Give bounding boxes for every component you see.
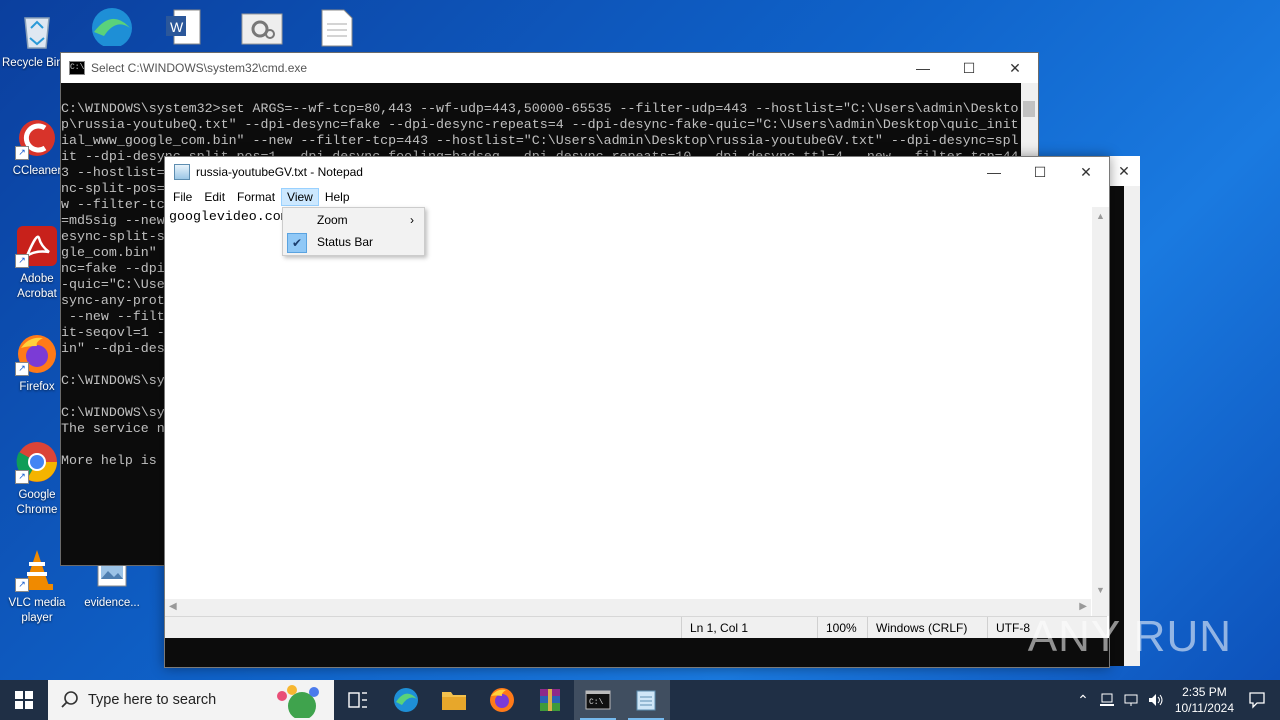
desktop-icon-label: VLC media player [8, 597, 66, 624]
notepad-text-area[interactable]: googlevideo.com [165, 207, 1091, 599]
minimize-button[interactable]: — [900, 53, 946, 83]
desktop-icon-label: evidence... [84, 597, 140, 609]
view-dropdown-menu: Zoom › ✔ Status Bar [282, 207, 425, 256]
vlc-cone-icon: ↗ [15, 548, 59, 592]
console-line: p\russia-youtubeQ.txt" --dpi-desync=fake… [61, 117, 1019, 132]
menu-item-zoom[interactable]: Zoom › [283, 209, 424, 231]
notepad-horizontal-scrollbar[interactable]: ◀ ▶ [165, 599, 1091, 616]
maximize-button[interactable]: ☐ [1017, 157, 1063, 187]
acrobat-icon: ↗ [15, 224, 59, 268]
scrollbar-thumb[interactable] [1023, 101, 1035, 117]
search-placeholder: Type here to search [88, 692, 217, 708]
task-view-icon [348, 692, 367, 708]
maximize-button[interactable]: ☐ [946, 53, 992, 83]
notepad-window-title: russia-youtubeGV.txt - Notepad [196, 165, 363, 179]
text-file-icon[interactable] [320, 8, 354, 48]
shortcut-arrow-icon: ↗ [15, 470, 29, 484]
shortcut-arrow-icon: ↗ [15, 254, 29, 268]
system-tray: ⌃ 2:35 PM 10/11/2024 [1071, 680, 1280, 720]
checkmark-icon: ✔ [287, 233, 307, 253]
taskbar-edge[interactable] [382, 680, 430, 720]
network-status-icon [1099, 693, 1114, 706]
show-hidden-icons-chevron-up-icon[interactable]: ⌃ [1077, 692, 1089, 709]
shortcut-arrow-icon: ↗ [15, 362, 29, 376]
cmd-titlebar[interactable]: C:\ Select C:\WINDOWS\system32\cmd.exe —… [61, 53, 1038, 83]
recycle-bin-icon [15, 8, 59, 52]
menu-file[interactable]: File [167, 188, 198, 206]
display-icon [1124, 694, 1138, 706]
taskbar-cmd[interactable]: C:\ [574, 680, 622, 720]
shortcut-arrow-icon: ↗ [15, 578, 29, 592]
close-button[interactable]: ✕ [992, 53, 1038, 83]
console-line: ial_www_google_com.bin" --new --filter-t… [61, 133, 1019, 148]
taskbar-winrar[interactable] [526, 680, 574, 720]
console-line: C:\WINDOWS\system32>set ARGS=--wf-tcp=80… [61, 101, 1019, 116]
menu-item-status-bar[interactable]: ✔ Status Bar [283, 231, 424, 253]
menu-format[interactable]: Format [231, 188, 281, 206]
taskbar-file-explorer[interactable] [430, 680, 478, 720]
scroll-up-arrow-icon[interactable]: ▲ [1092, 211, 1109, 221]
volume-icon [1148, 694, 1163, 706]
menu-item-label: Zoom [317, 213, 348, 227]
settings-file-icon[interactable] [240, 12, 284, 46]
taskbar-search-box[interactable]: Type here to search [48, 680, 334, 720]
scroll-down-arrow-icon[interactable]: ▼ [1092, 585, 1109, 595]
menu-edit[interactable]: Edit [198, 188, 231, 206]
ccleaner-icon: ↗ [15, 116, 59, 160]
menu-view[interactable]: View [281, 188, 319, 206]
winrar-icon [540, 689, 560, 711]
firefox-icon: ↗ [15, 332, 59, 376]
scroll-left-arrow-icon[interactable]: ◀ [169, 601, 177, 612]
word-document-icon[interactable]: W [164, 8, 204, 46]
background-window-edge: ✕ [1108, 156, 1140, 666]
notepad-icon [636, 690, 656, 711]
vertical-scrollbar [1124, 186, 1140, 666]
notepad-statusbar: Ln 1, Col 1 100% Windows (CRLF) UTF-8 [165, 616, 1107, 639]
task-view-button[interactable] [334, 680, 382, 720]
folder-icon [442, 692, 466, 710]
anyrun-watermark: ANY RUN [1027, 612, 1232, 661]
scroll-right-arrow-icon[interactable]: ▶ [1079, 601, 1087, 612]
notepad-vertical-scrollbar[interactable]: ▲ ▼ [1092, 207, 1109, 599]
command-prompt-icon: C:\ [585, 690, 611, 710]
submenu-arrow-icon: › [410, 213, 414, 227]
taskbar: Type here to search C:\ ⌃ 2:35 PM 10/11/… [0, 680, 1280, 720]
status-zoom: 100% [817, 617, 866, 639]
taskbar-notepad[interactable] [622, 680, 670, 720]
shortcut-arrow-icon: ↗ [15, 146, 29, 160]
firefox-icon [490, 688, 514, 712]
chrome-icon: ↗ [15, 440, 59, 484]
start-button[interactable] [0, 680, 48, 720]
notepad-app-icon [174, 164, 190, 180]
search-icon [61, 691, 78, 708]
close-button[interactable]: ✕ [1063, 157, 1109, 187]
windows-logo-icon [15, 691, 33, 709]
notepad-titlebar[interactable]: russia-youtubeGV.txt - Notepad — ☐ ✕ [165, 157, 1109, 187]
minimize-button[interactable]: — [971, 157, 1017, 187]
taskbar-firefox[interactable] [478, 680, 526, 720]
status-line-ending: Windows (CRLF) [867, 617, 984, 639]
taskbar-clock[interactable]: 2:35 PM 10/11/2024 [1175, 684, 1234, 716]
notepad-menubar: File Edit Format View Help [165, 187, 1109, 207]
close-icon: ✕ [1108, 156, 1140, 186]
notifications-icon[interactable] [1248, 691, 1266, 709]
menu-item-label: Status Bar [317, 235, 374, 249]
desktop: { "desktop_icons": [ {"id":"recycle-bin"… [0, 0, 1280, 720]
search-highlight-globe-icon [277, 685, 319, 718]
edge-desktop-icon[interactable] [86, 6, 138, 48]
svg-text:C:\: C:\ [589, 698, 604, 707]
svg-text:W: W [170, 19, 184, 35]
clock-date: 10/11/2024 [1174, 701, 1234, 715]
status-cursor-position: Ln 1, Col 1 [681, 617, 814, 639]
cmd-window-bottom-edge [165, 638, 1109, 667]
clock-time: 2:35 PM [1182, 685, 1227, 699]
cmd-window-title: Select C:\WINDOWS\system32\cmd.exe [91, 61, 308, 75]
edge-icon [394, 688, 418, 712]
menu-help[interactable]: Help [319, 188, 356, 206]
document-content: googlevideo.com [169, 209, 289, 224]
desktop-icon-label: Recycle Bin [2, 57, 60, 69]
cmd-app-icon: C:\ [69, 61, 85, 75]
